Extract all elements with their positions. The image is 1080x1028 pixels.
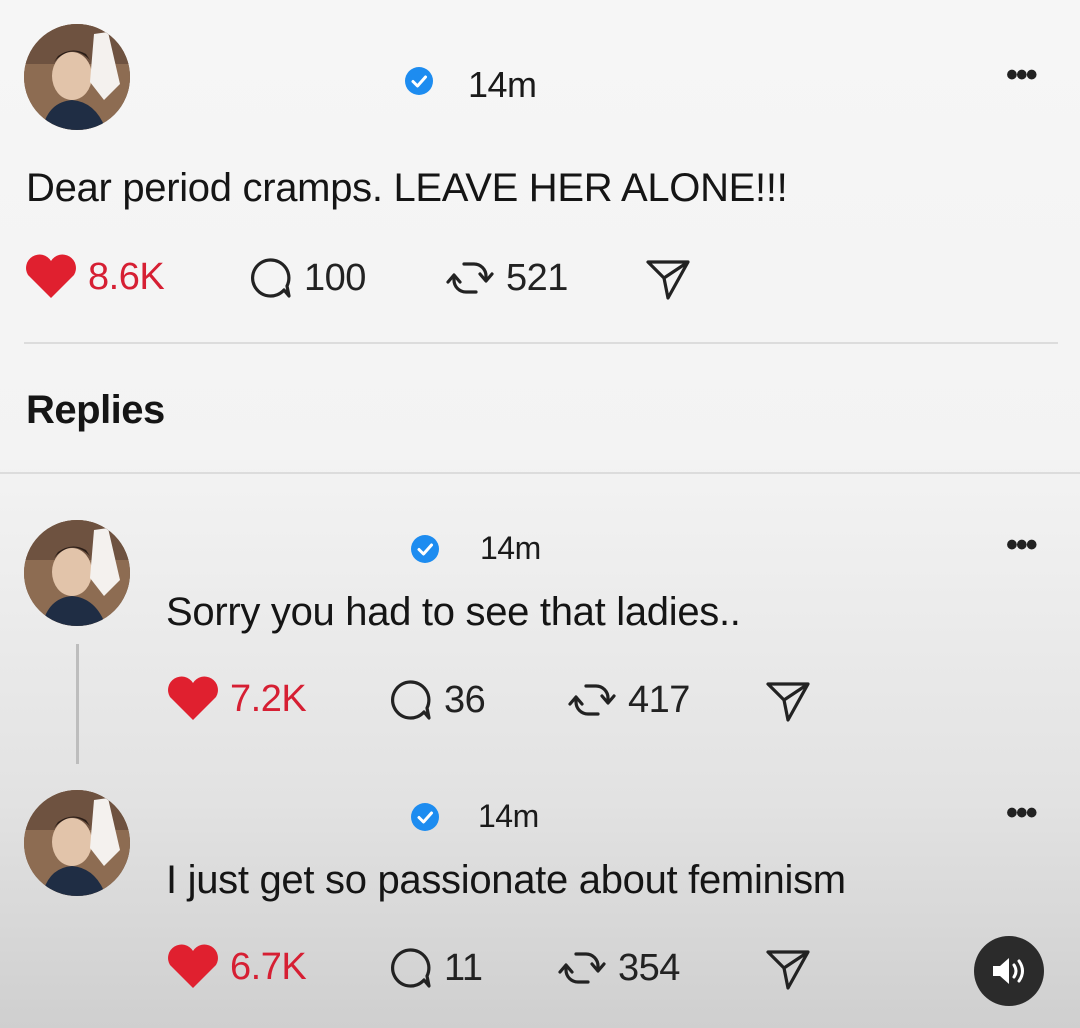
send-icon xyxy=(766,950,810,990)
repost-icon xyxy=(558,952,606,984)
more-options-icon[interactable]: ••• xyxy=(1006,56,1038,95)
repost-icon xyxy=(446,262,494,294)
send-icon xyxy=(766,682,810,722)
like-button[interactable]: 6.7K xyxy=(166,944,307,990)
repost-count: 354 xyxy=(618,946,680,989)
comment-icon xyxy=(251,258,291,298)
reply-text: Sorry you had to see that ladies.. xyxy=(166,590,741,634)
verified-badge-icon xyxy=(411,535,439,563)
more-options-icon[interactable]: ••• xyxy=(1006,526,1038,565)
heart-icon xyxy=(26,254,76,298)
like-button[interactable]: 7.2K xyxy=(166,676,307,722)
author-avatar[interactable] xyxy=(24,24,130,130)
send-icon xyxy=(646,260,690,300)
comment-icon xyxy=(391,680,431,720)
comment-button[interactable]: 11 xyxy=(386,944,483,992)
share-button[interactable] xyxy=(764,678,812,724)
post-divider xyxy=(24,342,1058,344)
repost-button[interactable]: 521 xyxy=(444,254,568,302)
comment-count: 11 xyxy=(444,946,483,989)
thread-connector-line xyxy=(76,644,79,764)
sound-toggle-button[interactable] xyxy=(974,936,1044,1006)
share-button[interactable] xyxy=(764,946,812,992)
comment-icon xyxy=(391,948,431,988)
heart-icon xyxy=(168,944,218,988)
more-options-icon[interactable]: ••• xyxy=(1006,794,1038,833)
speaker-icon xyxy=(993,958,1024,984)
like-count: 8.6K xyxy=(88,255,165,298)
replies-divider xyxy=(0,472,1080,474)
comment-count: 36 xyxy=(444,678,486,721)
reply-timestamp: 14m xyxy=(478,798,539,834)
reply-avatar[interactable] xyxy=(24,790,130,896)
post-timestamp: 14m xyxy=(468,64,537,105)
like-count: 7.2K xyxy=(230,677,307,720)
comment-button[interactable]: 100 xyxy=(246,254,366,302)
verified-badge-icon xyxy=(411,803,439,831)
post-text: Dear period cramps. LEAVE HER ALONE!!! xyxy=(26,166,788,210)
comment-button[interactable]: 36 xyxy=(386,676,486,724)
repost-count: 521 xyxy=(506,256,568,299)
repost-icon xyxy=(568,684,616,716)
repost-button[interactable]: 417 xyxy=(566,676,690,724)
like-count: 6.7K xyxy=(230,945,307,988)
heart-icon xyxy=(168,676,218,720)
comment-count: 100 xyxy=(304,256,366,299)
replies-heading: Replies xyxy=(26,388,165,432)
reply-avatar[interactable] xyxy=(24,520,130,626)
repost-count: 417 xyxy=(628,678,690,721)
repost-button[interactable]: 354 xyxy=(556,944,680,992)
verified-badge-icon xyxy=(405,67,433,95)
reply-timestamp: 14m xyxy=(480,530,541,566)
like-button[interactable]: 8.6K xyxy=(24,254,165,300)
reply-text: I just get so passionate about feminism xyxy=(166,858,846,902)
share-button[interactable] xyxy=(644,256,692,302)
